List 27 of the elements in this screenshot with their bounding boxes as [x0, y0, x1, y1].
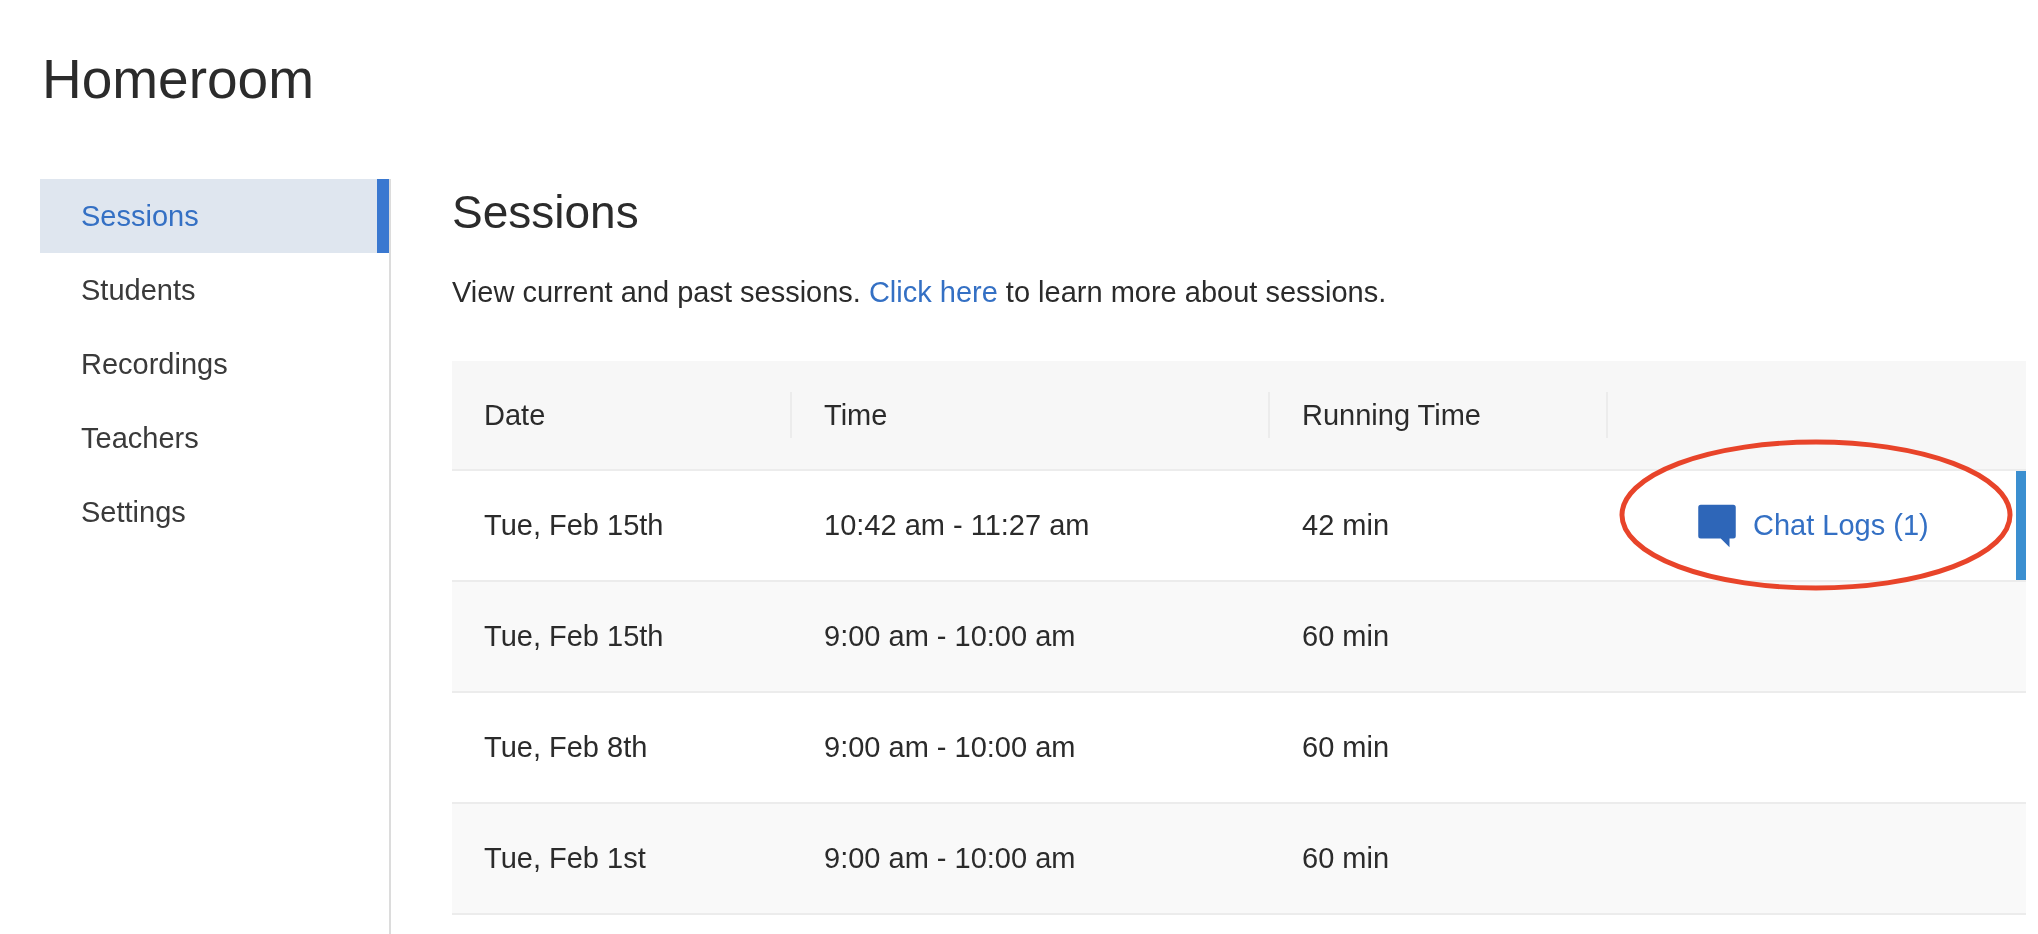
table-cell: 9:00 am - 10:00 am [824, 620, 1076, 654]
table-cell: 60 min [1302, 842, 1390, 876]
table-cell: 9:00 am - 10:00 am [824, 842, 1076, 876]
sidebar-item[interactable]: Students [40, 253, 389, 327]
table-cell: 42 min [1302, 509, 1390, 543]
column-header: Date [484, 398, 546, 432]
table-cell: 9:00 am - 10:00 am [824, 731, 1076, 765]
description-text: to learn more about sessions. [1005, 276, 1387, 310]
page-heading: Sessions [452, 185, 640, 240]
description-text: View current and past sessions. [452, 276, 861, 310]
sidebar-item[interactable]: Sessions [40, 179, 389, 253]
column-header: Running Time [1302, 398, 1481, 432]
table-cell: Tue, Feb 15th [484, 620, 664, 654]
table-cell: 60 min [1302, 731, 1390, 765]
column-header: Time [824, 398, 888, 432]
learn-more-link[interactable]: Click here [868, 276, 998, 310]
sidebar-item[interactable]: Recordings [40, 327, 389, 401]
table-cell: Tue, Feb 8th [484, 731, 648, 765]
table-cell: Tue, Feb 1st [484, 842, 646, 876]
table-cell: Tue, Feb 15th [484, 509, 664, 543]
table-cell: 60 min [1302, 620, 1390, 654]
table-cell: 10:42 am - 11:27 am [824, 509, 1090, 543]
chat-logs-link[interactable]: Chat Logs (1) [1697, 502, 1929, 549]
speech-bubble-icon [1697, 502, 1737, 549]
app-title: Homeroom [42, 52, 316, 107]
sidebar-item[interactable]: Settings [40, 475, 389, 549]
sidebar-item[interactable]: Teachers [40, 401, 389, 475]
